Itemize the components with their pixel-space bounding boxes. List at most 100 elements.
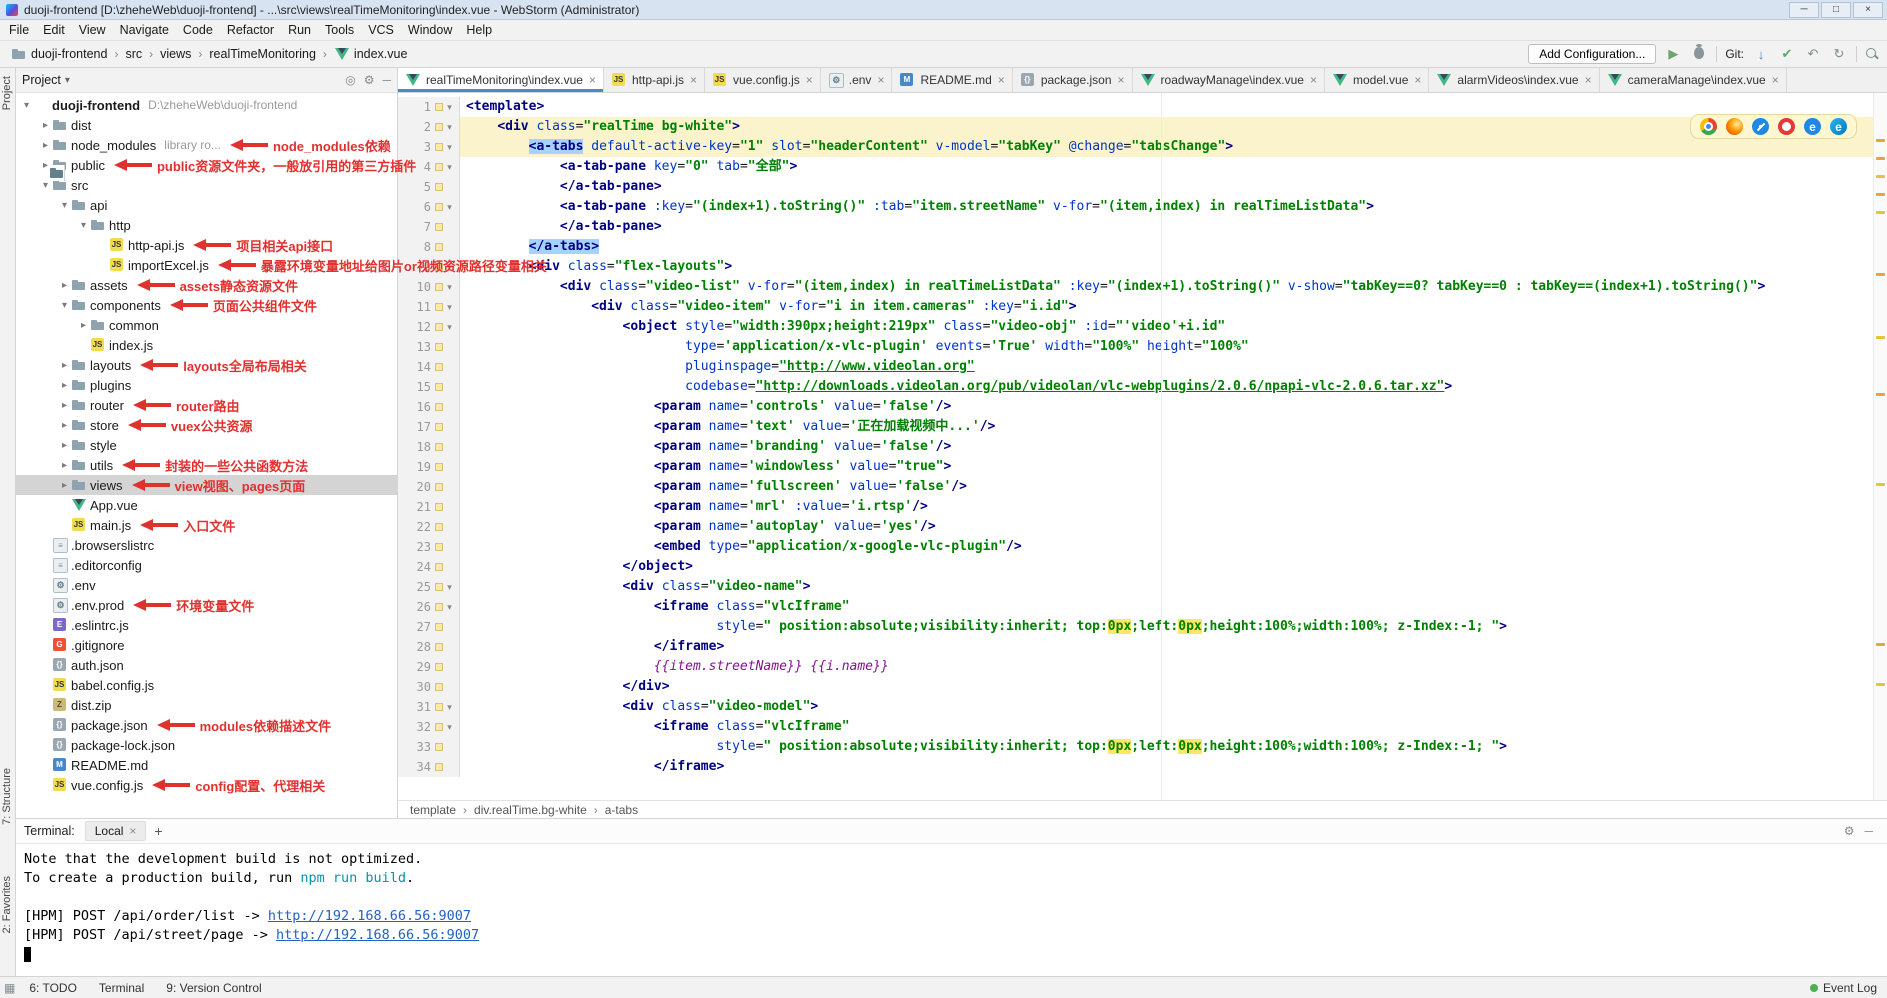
- fold-icon[interactable]: ▾: [443, 297, 456, 317]
- fold-icon[interactable]: ▾: [443, 97, 456, 117]
- fold-icon[interactable]: ▾: [443, 577, 456, 597]
- menu-window[interactable]: Window: [401, 21, 459, 39]
- tree-item-eslintrc-js[interactable]: .eslintrc.js: [16, 615, 397, 635]
- code-line-3[interactable]: 3▾ <a-tabs default-active-key="1" slot="…: [398, 137, 1873, 157]
- tree-item-style[interactable]: ▸style: [16, 435, 397, 455]
- tree-item-plugins[interactable]: ▸plugins: [16, 375, 397, 395]
- tree-item-duoji-frontend[interactable]: ▾duoji-frontendD:\zheheWeb\duoji-fronten…: [16, 95, 397, 115]
- tree-item-components[interactable]: ▾components页面公共组件文件: [16, 295, 397, 315]
- breadcrumb-item-realtimemonitoring[interactable]: realTimeMonitoring: [206, 46, 319, 62]
- code-area[interactable]: 1▾<template>2▾ <div class="realTime bg-w…: [398, 93, 1873, 800]
- tree-item-auth-json[interactable]: auth.json: [16, 655, 397, 675]
- new-terminal-tab-button[interactable]: +: [154, 823, 162, 839]
- code-line-30[interactable]: 30 </div>: [398, 677, 1873, 697]
- code-breadcrumb-template[interactable]: template: [408, 803, 458, 817]
- code-line-21[interactable]: 21 <param name='mrl' :value='i.rtsp'/>: [398, 497, 1873, 517]
- edge-browser-icon[interactable]: [1830, 118, 1847, 135]
- tree-item-gitignore[interactable]: .gitignore: [16, 635, 397, 655]
- chevron-right-icon[interactable]: ▸: [58, 280, 71, 291]
- breadcrumb-item-duoji-frontend[interactable]: duoji-frontend: [8, 45, 110, 63]
- code-line-10[interactable]: 10▾ <div class="video-list" v-for="(item…: [398, 277, 1873, 297]
- menu-refactor[interactable]: Refactor: [220, 21, 281, 39]
- chevron-right-icon[interactable]: ▸: [58, 420, 71, 431]
- tree-item-readme-md[interactable]: README.md: [16, 755, 397, 775]
- editor-tab-roadwaymanage-index-vue[interactable]: roadwayManage\index.vue×: [1133, 68, 1325, 92]
- safari-browser-icon[interactable]: [1752, 118, 1769, 135]
- tree-item-views[interactable]: ▸viewsview视图、pages页面: [16, 475, 397, 495]
- gear-icon[interactable]: ⚙: [364, 73, 375, 87]
- tree-item-src[interactable]: ▾src: [16, 175, 397, 195]
- tree-item-assets[interactable]: ▸assetsassets静态资源文件: [16, 275, 397, 295]
- fold-icon[interactable]: ▾: [443, 697, 456, 717]
- maximize-button[interactable]: □: [1821, 2, 1851, 18]
- fold-icon[interactable]: ▾: [443, 277, 456, 297]
- menu-vcs[interactable]: VCS: [361, 21, 401, 39]
- terminal-link[interactable]: http://192.168.66.56:9007: [268, 908, 471, 924]
- chevron-down-icon[interactable]: ▾: [39, 180, 52, 191]
- menu-tools[interactable]: Tools: [318, 21, 361, 39]
- editor-tab-model-vue[interactable]: model.vue×: [1325, 68, 1429, 92]
- search-everywhere-icon[interactable]: [1865, 47, 1879, 61]
- internet-explorer-browser-icon[interactable]: [1804, 118, 1821, 135]
- fold-icon[interactable]: ▾: [443, 597, 456, 617]
- tree-item-router[interactable]: ▸routerrouter路由: [16, 395, 397, 415]
- editor-tab-cameramanage-index-vue[interactable]: cameraManage\index.vue×: [1600, 68, 1787, 92]
- breadcrumb-item-src[interactable]: src: [122, 46, 145, 62]
- tree-item-browserslistrc[interactable]: .browserslistrc: [16, 535, 397, 555]
- code-line-20[interactable]: 20 <param name='fullscreen' value='false…: [398, 477, 1873, 497]
- add-configuration-button[interactable]: Add Configuration...: [1528, 44, 1656, 64]
- tree-item-dist[interactable]: ▸dist: [16, 115, 397, 135]
- code-line-1[interactable]: 1▾<template>: [398, 97, 1873, 117]
- code-line-33[interactable]: 33 style=" position:absolute;visibility:…: [398, 737, 1873, 757]
- tree-item-utils[interactable]: ▸utils封装的一些公共函数方法: [16, 455, 397, 475]
- code-line-19[interactable]: 19 <param name='windowless' value="true"…: [398, 457, 1873, 477]
- code-breadcrumb-a-tabs[interactable]: a-tabs: [603, 803, 640, 817]
- tree-item-package-lock-json[interactable]: package-lock.json: [16, 735, 397, 755]
- close-tab-icon[interactable]: ×: [1772, 73, 1779, 87]
- close-tab-icon[interactable]: ×: [589, 73, 596, 87]
- code-line-16[interactable]: 16 <param name='controls' value='false'/…: [398, 397, 1873, 417]
- chrome-browser-icon[interactable]: [1700, 118, 1717, 135]
- code-line-17[interactable]: 17 <param name='text' value='正在加载视频中...'…: [398, 417, 1873, 437]
- fold-icon[interactable]: ▾: [443, 317, 456, 337]
- terminal-output[interactable]: Note that the development build is not o…: [16, 844, 1887, 976]
- statusbar-9-version-control[interactable]: 9: Version Control: [166, 981, 261, 995]
- fold-icon[interactable]: ▾: [443, 717, 456, 737]
- code-line-27[interactable]: 27 style=" position:absolute;visibility:…: [398, 617, 1873, 637]
- chevron-right-icon[interactable]: ▸: [58, 360, 71, 371]
- statusbar-6-todo[interactable]: 6: TODO: [29, 981, 77, 995]
- statusbar-event-log[interactable]: Event Log: [1810, 981, 1877, 995]
- chevron-right-icon[interactable]: ▸: [58, 460, 71, 471]
- editor-tab-readme-md[interactable]: README.md×: [892, 68, 1012, 92]
- chevron-down-icon[interactable]: ▾: [77, 220, 90, 231]
- git-revert-button[interactable]: ↶: [1804, 46, 1822, 62]
- fold-icon[interactable]: ▾: [443, 157, 456, 177]
- terminal-minimize-icon[interactable]: ─: [1864, 824, 1873, 838]
- statusbar-terminal[interactable]: Terminal: [99, 981, 144, 995]
- close-tab-icon[interactable]: ×: [1118, 73, 1125, 87]
- editor-scrollbar[interactable]: [1873, 93, 1887, 800]
- code-line-11[interactable]: 11▾ <div class="video-item" v-for="i in …: [398, 297, 1873, 317]
- tree-item-index-js[interactable]: index.js: [16, 335, 397, 355]
- code-line-12[interactable]: 12▾ <object style="width:390px;height:21…: [398, 317, 1873, 337]
- tree-item-store[interactable]: ▸storevuex公共资源: [16, 415, 397, 435]
- tree-item-http-api-js[interactable]: http-api.js项目相关api接口: [16, 235, 397, 255]
- code-line-13[interactable]: 13 type='application/x-vlc-plugin' event…: [398, 337, 1873, 357]
- locate-file-icon[interactable]: ◎: [345, 73, 355, 87]
- chevron-down-icon[interactable]: ▾: [58, 300, 71, 311]
- editor-tab-vue-config-js[interactable]: vue.config.js×: [705, 68, 821, 92]
- code-line-31[interactable]: 31▾ <div class="video-model">: [398, 697, 1873, 717]
- terminal-link[interactable]: http://192.168.66.56:9007: [276, 927, 479, 943]
- terminal-settings-icon[interactable]: ⚙: [1844, 824, 1855, 838]
- chevron-right-icon[interactable]: ▸: [39, 140, 52, 151]
- menu-file[interactable]: File: [2, 21, 36, 39]
- code-line-6[interactable]: 6▾ <a-tab-pane :key="(index+1).toString(…: [398, 197, 1873, 217]
- code-line-8[interactable]: 8 </a-tabs>: [398, 237, 1873, 257]
- chevron-right-icon[interactable]: ▸: [58, 440, 71, 451]
- code-line-14[interactable]: 14 pluginspage="http://www.videolan.org": [398, 357, 1873, 377]
- tree-item-common[interactable]: ▸common: [16, 315, 397, 335]
- close-tab-icon[interactable]: ×: [877, 73, 884, 87]
- editor-tab-http-api-js[interactable]: http-api.js×: [604, 68, 705, 92]
- code-line-4[interactable]: 4▾ <a-tab-pane key="0" tab="全部">: [398, 157, 1873, 177]
- close-tab-icon[interactable]: ×: [1585, 73, 1592, 87]
